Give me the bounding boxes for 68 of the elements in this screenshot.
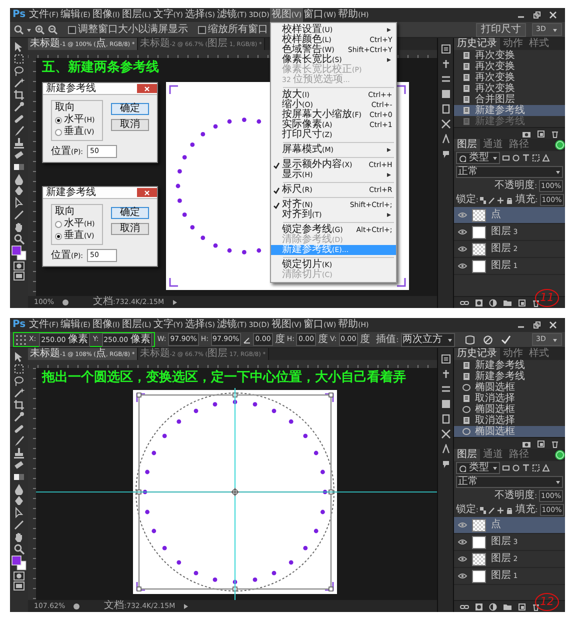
layer-row[interactable]: 点 — [454, 207, 565, 224]
panel-tab[interactable]: 通道 — [480, 139, 506, 151]
panel-tab[interactable]: 路径 — [506, 449, 532, 461]
history-label: 新建参考线 — [475, 104, 525, 116]
blend-mode-select[interactable]: 正常 — [456, 166, 563, 178]
panel-tab[interactable]: 路径 — [506, 139, 532, 151]
unit-label: 度 — [318, 334, 328, 346]
history-label: 新建参考线 — [475, 116, 525, 128]
layer-name: 点 — [491, 519, 501, 531]
history-item[interactable]: 再次变换 — [454, 61, 565, 72]
unit-label: 度 — [274, 334, 285, 346]
history-label: 新建参考线 — [475, 360, 525, 370]
history-label: 椭圆选框 — [475, 426, 515, 438]
dialog-title: 新建参考线 — [46, 82, 96, 94]
layer-name: 点 — [491, 209, 501, 221]
filter-select[interactable]: 类型 — [456, 152, 500, 164]
panel-tab[interactable]: 动作 — [500, 38, 526, 50]
history-item[interactable]: 新建参考线 — [454, 105, 565, 116]
cancel-button[interactable]: 取消 — [111, 119, 149, 131]
unit-label: 度 — [360, 334, 370, 346]
panel-tab[interactable]: 动作 — [500, 348, 526, 360]
history-item[interactable]: 新建参考线 — [454, 360, 565, 371]
panel-tab[interactable]: 图层 — [454, 139, 480, 151]
group-label: 取向 — [55, 206, 76, 218]
history-item[interactable]: 新建参考线 — [454, 371, 565, 382]
interpolation-select[interactable]: 两次立方 — [400, 332, 455, 346]
ok-button[interactable]: 确定 — [111, 207, 149, 219]
history-item[interactable]: 再次变换 — [454, 50, 565, 61]
caption-text: 拖出一个圆选区，变换选区，定一下中心位置，大小自己看着弄 — [42, 370, 406, 386]
history-item[interactable]: 再次变换 — [454, 83, 565, 94]
history-label: 椭圆选框 — [475, 404, 515, 414]
group-label: 取向 — [55, 102, 76, 114]
history-item[interactable]: 取消选择 — [454, 393, 565, 404]
caption-text: 五、新建两条参考线 — [42, 60, 159, 76]
history-label: 取消选择 — [475, 414, 515, 426]
history-label: 再次变换 — [475, 50, 515, 60]
cancel-button[interactable]: 取消 — [111, 223, 149, 235]
filter-select[interactable]: 类型 — [456, 462, 500, 474]
step-number: 11 — [535, 289, 559, 307]
panel-tab[interactable]: 图层 — [454, 449, 480, 461]
panel-tab[interactable]: 样式 — [526, 38, 552, 50]
blend-mode-select[interactable]: 正常 — [456, 476, 563, 488]
checkbox-label: 调整窗口大小以满屏显示 — [78, 24, 188, 36]
history-label: 再次变换 — [475, 82, 515, 94]
history-item[interactable]: 再次变换 — [454, 72, 565, 83]
history-item[interactable]: 椭圆选框 — [454, 426, 565, 437]
step-number: 12 — [535, 593, 559, 611]
history-label: 再次变换 — [475, 72, 515, 82]
app-logo: Ps — [11, 9, 27, 21]
history-label: 合并图层 — [475, 94, 515, 104]
app-logo: Ps — [11, 319, 27, 331]
checkbox-label: 缩放所有窗口 — [208, 24, 268, 36]
history-label: 椭圆选框 — [475, 382, 515, 392]
history-label: 再次变换 — [475, 60, 515, 72]
panel-tab[interactable]: 历史记录 — [454, 348, 500, 360]
layer-row[interactable]: 点 — [454, 517, 565, 534]
panel-tab[interactable]: 通道 — [480, 449, 506, 461]
history-label: 取消选择 — [475, 392, 515, 404]
print-size-button[interactable]: 打印尺寸 — [476, 22, 526, 36]
dialog-title: 新建参考线 — [46, 186, 96, 198]
history-item[interactable]: 合并图层 — [454, 94, 565, 105]
panel-tab[interactable]: 样式 — [526, 348, 552, 360]
history-item[interactable]: 椭圆选框 — [454, 404, 565, 415]
ok-button[interactable]: 确定 — [111, 103, 149, 115]
history-item[interactable]: 取消选择 — [454, 415, 565, 426]
history-label: 新建参考线 — [475, 370, 525, 382]
panel-tab[interactable]: 历史记录 — [454, 38, 500, 50]
history-item[interactable]: 椭圆选框 — [454, 382, 565, 393]
